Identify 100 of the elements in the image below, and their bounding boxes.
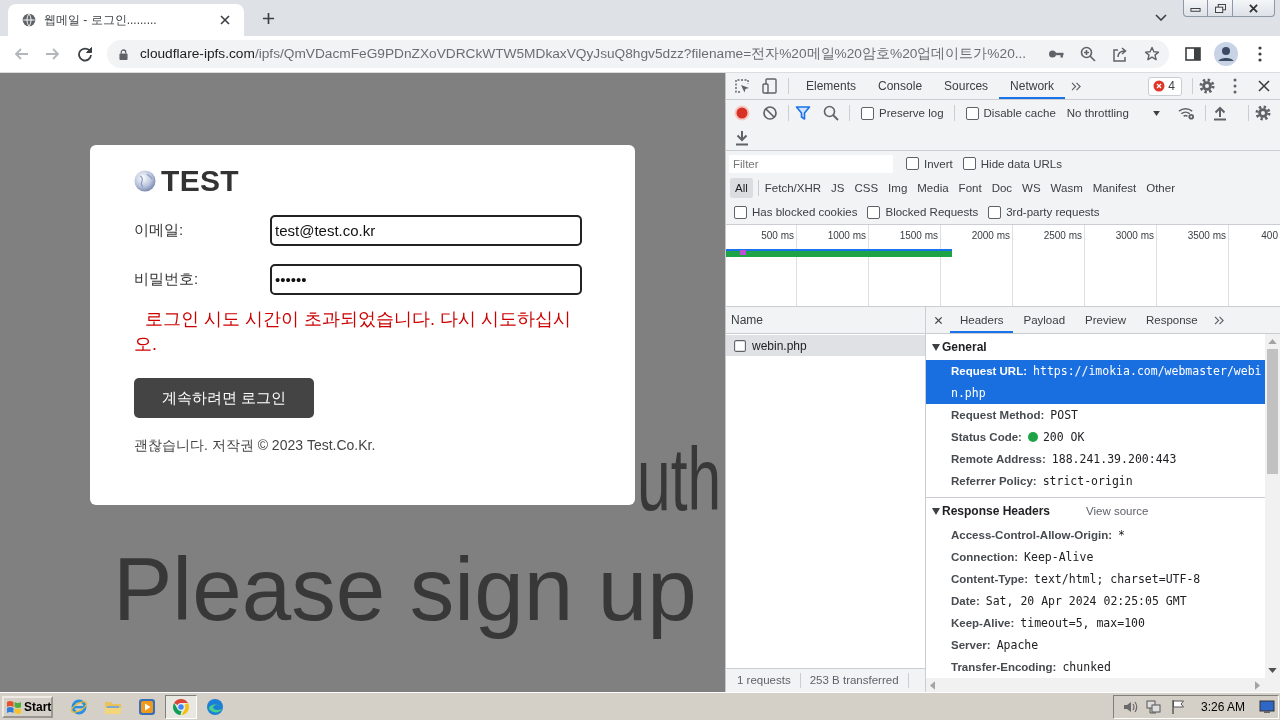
checkbox[interactable] [734, 205, 747, 219]
search-icon[interactable] [823, 105, 839, 121]
network-conditions-icon[interactable] [1177, 105, 1195, 121]
error-count-button[interactable]: 4 [1148, 76, 1182, 96]
checkbox[interactable] [962, 157, 976, 170]
login-button[interactable]: 계속하려면 로그인 [134, 378, 314, 418]
devtools-tab[interactable]: Sources [933, 73, 1000, 99]
side-panel-icon[interactable] [1185, 46, 1201, 62]
type-filter-chip[interactable]: Font [953, 178, 987, 198]
upload-icon[interactable] [1211, 105, 1228, 121]
throttling-dropdown[interactable]: No throttling [1066, 107, 1129, 119]
checkbox[interactable] [988, 205, 1002, 219]
type-filter-chip[interactable]: Doc [986, 178, 1018, 198]
detail-tab[interactable]: Payload [1013, 307, 1076, 333]
request-row[interactable]: webin.php [726, 335, 925, 356]
checkbox[interactable] [906, 157, 919, 170]
settings-icon[interactable] [1199, 78, 1215, 94]
browser-tab[interactable]: 웹메일 - 로그인......... [8, 4, 244, 36]
filter-field[interactable]: Filter [729, 154, 893, 173]
taskbar-button[interactable] [165, 694, 197, 719]
chevron-down-icon[interactable] [1155, 14, 1167, 21]
section-title[interactable]: General [942, 340, 987, 354]
flag-icon[interactable] [1169, 698, 1186, 715]
checkbox[interactable] [965, 106, 979, 120]
detail-tab[interactable]: Response [1135, 307, 1208, 333]
field-label: 비밀번호: [134, 270, 200, 289]
share-icon[interactable] [1112, 46, 1128, 62]
email-field[interactable]: test@test.co.kr [270, 215, 582, 246]
checkbox-label: Preserve log [879, 107, 944, 119]
network-icon[interactable] [1145, 698, 1162, 715]
vertical-scrollbar[interactable] [1265, 334, 1280, 678]
checkbox-label: 3rd-party requests [1006, 206, 1100, 218]
detail-tab[interactable]: Preview [1075, 307, 1136, 333]
type-filter-chip[interactable]: Media [912, 178, 954, 198]
more-tabs-icon[interactable] [1071, 81, 1083, 91]
device-toolbar-icon[interactable] [762, 78, 778, 94]
more-options-icon[interactable] [1233, 78, 1237, 94]
header-row-text: Access-Control-Allow-Origin: * [950, 527, 1126, 544]
dropdown-caret-icon[interactable] [1152, 110, 1160, 116]
zoom-icon[interactable] [1080, 46, 1096, 62]
header-row-text: Date: Sat, 20 Apr 2024 02:25:05 GMT [950, 593, 1188, 610]
scrollbar-thumb[interactable] [1267, 349, 1278, 474]
expand-triangle-icon[interactable] [932, 343, 940, 351]
checkbox-label: Blocked Requests [885, 206, 979, 218]
type-filter-chip[interactable]: All [730, 178, 753, 198]
view-source-link[interactable]: View source [1086, 505, 1149, 517]
browser-circle-icon [172, 697, 190, 716]
summary-text: 253 B transferred [800, 673, 909, 688]
more-tabs-icon[interactable] [1213, 315, 1225, 325]
globe-icon [22, 13, 36, 27]
close-window-button[interactable] [1233, 0, 1275, 17]
type-filter-chip[interactable]: Wasm [1045, 178, 1088, 198]
checkbox-label: Invert [924, 157, 953, 170]
inspect-icon[interactable] [734, 78, 750, 94]
checkbox-label: Disable cache [983, 107, 1056, 119]
close-icon[interactable] [219, 14, 231, 26]
monitor-icon[interactable] [1259, 698, 1275, 715]
section-title[interactable]: Response Headers [942, 504, 1051, 518]
type-filter-chip[interactable]: JS [826, 178, 850, 198]
backdrop-text: Please sign up [113, 538, 697, 641]
profile-avatar-icon[interactable] [1214, 42, 1238, 66]
error-message: 로그인 시도 시간이 초과되었습니다. 다시 시도하십시오. [134, 308, 572, 356]
devtools-tab[interactable]: Console [867, 73, 934, 99]
checkbox[interactable] [867, 205, 881, 219]
address-bar[interactable]: cloudflare-ipfs.com/ipfs/QmVDacmFeG9PDnZXoVDRCkWTW5MDkaxVQyJsuQ8hgv5dzz?filename=전자%20메일%20암호%20업데이트가%20... [107, 40, 1169, 68]
header-row-text: Server: Apache [950, 637, 1040, 654]
star-icon[interactable] [1144, 46, 1160, 62]
clock[interactable]: 3:26 AM [1200, 699, 1245, 714]
header-row-text: Keep-Alive: timeout=5, max=100 [950, 615, 1146, 632]
settings-icon[interactable] [1255, 105, 1271, 121]
type-filter-chip[interactable]: Manifest [1087, 178, 1142, 198]
download-icon[interactable] [734, 130, 750, 146]
password-field[interactable]: •••••• [270, 264, 582, 295]
header-value: 200 OK [1042, 430, 1085, 444]
type-filter-chip[interactable]: Img [883, 178, 913, 198]
close-icon[interactable] [934, 315, 943, 325]
menu-icon[interactable] [1258, 46, 1262, 62]
minimize-button[interactable] [1183, 0, 1208, 17]
lock-icon[interactable] [119, 48, 128, 60]
type-filter-chip[interactable]: CSS [849, 178, 884, 198]
new-tab-icon[interactable] [262, 12, 275, 25]
orbit-e-logo-icon [70, 697, 88, 716]
close-icon[interactable] [1258, 80, 1270, 92]
restore-button[interactable] [1208, 0, 1233, 17]
reload-icon[interactable] [77, 46, 93, 62]
type-filter-chip[interactable]: Fetch/XHR [759, 178, 827, 198]
type-filter-chip[interactable]: Other [1141, 178, 1180, 198]
expand-triangle-icon[interactable] [932, 507, 940, 515]
column-header[interactable]: Name [731, 313, 763, 327]
summary-text: 1 requests [728, 673, 801, 688]
type-filter-chip[interactable]: WS [1017, 178, 1046, 198]
checkbox[interactable] [861, 106, 874, 120]
detail-tab[interactable]: Headers [950, 307, 1014, 333]
filter-icon[interactable] [795, 105, 811, 121]
record-icon[interactable] [734, 105, 750, 121]
clear-icon[interactable] [762, 105, 778, 121]
timeline-tick-label: 2500 ms [1043, 230, 1082, 242]
scroll-down-icon[interactable] [1268, 668, 1277, 673]
start-button[interactable]: Start [2, 695, 53, 718]
devtools-tab[interactable]: Elements [795, 73, 868, 99]
